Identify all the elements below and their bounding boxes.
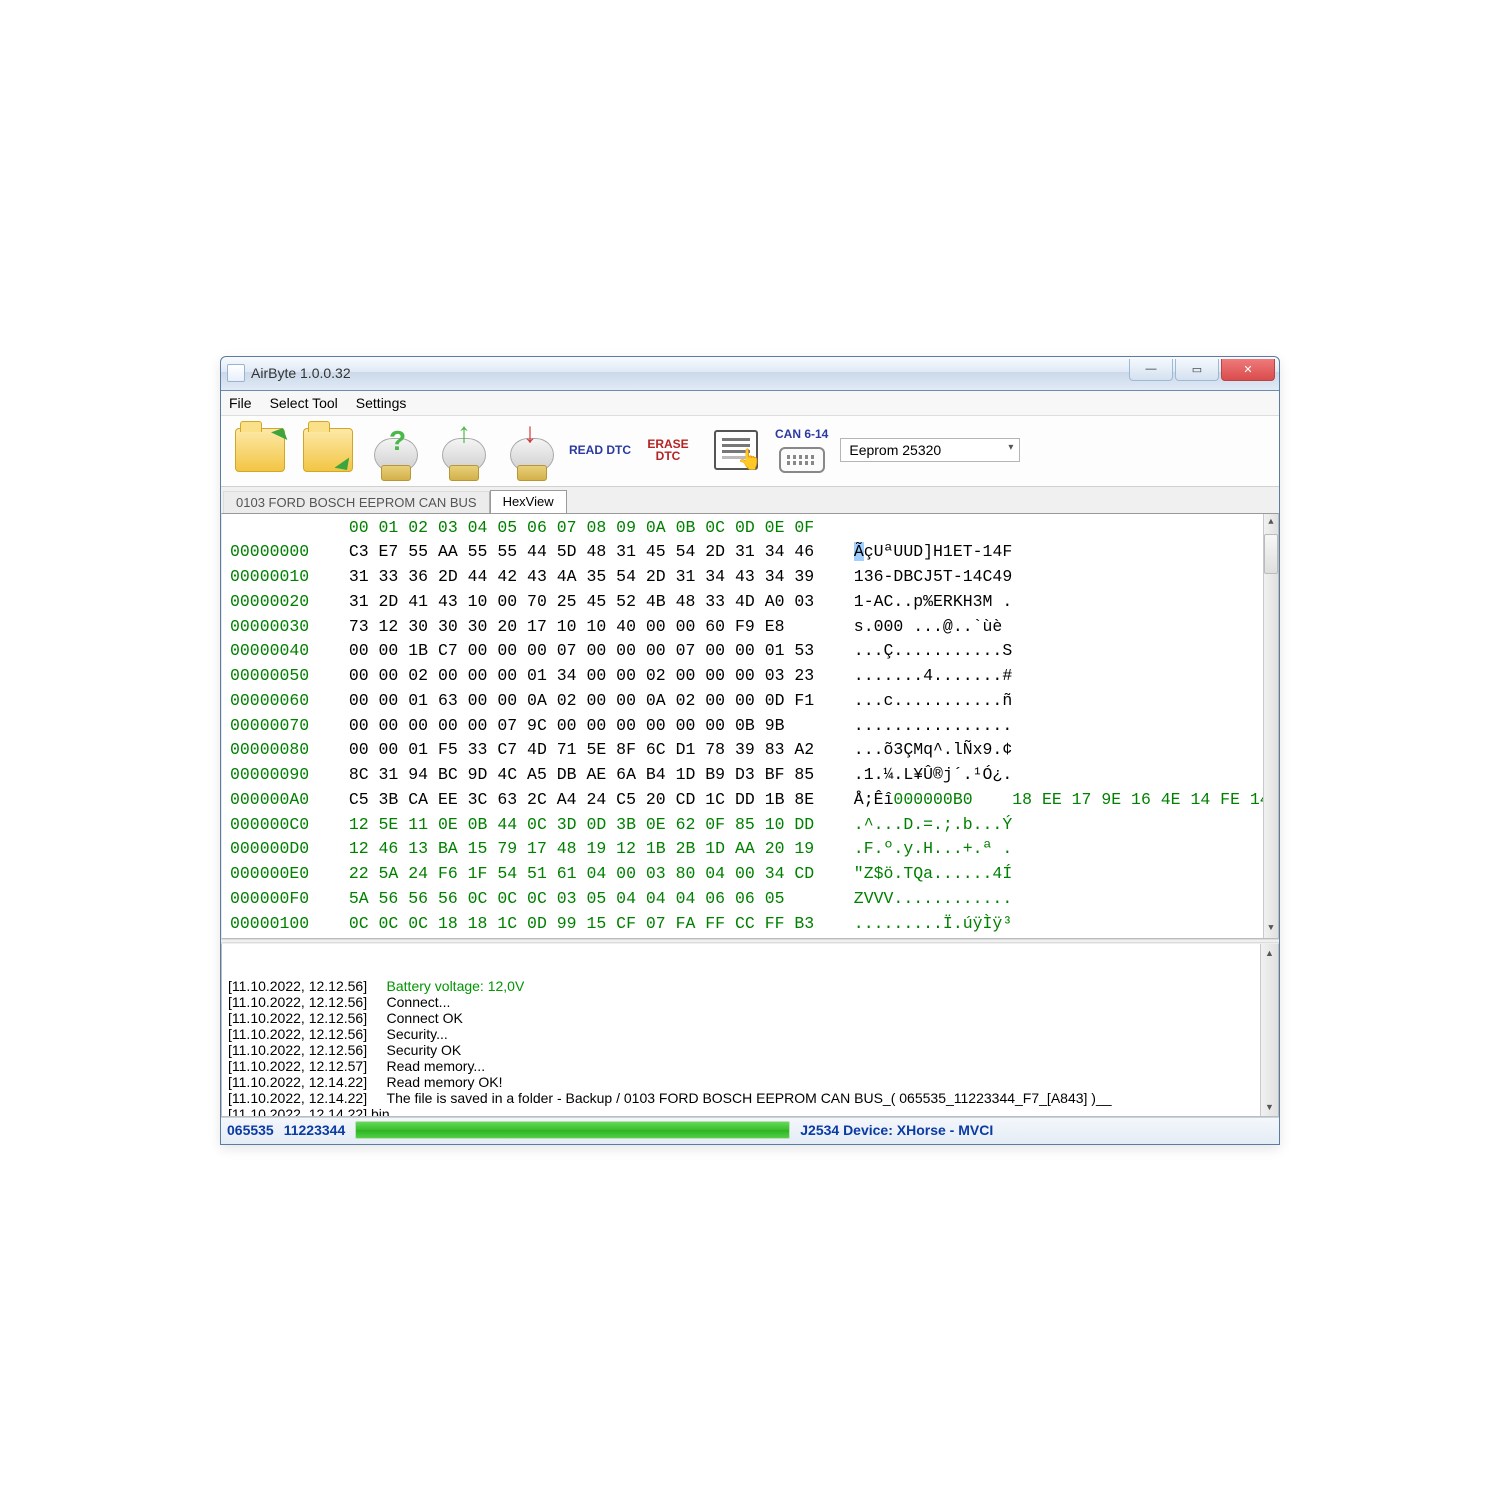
- read-button[interactable]: ↑: [431, 420, 497, 480]
- scroll-up-icon[interactable]: ▲: [1265, 944, 1274, 962]
- hex-content[interactable]: 00 01 02 03 04 05 06 07 08 09 0A 0B 0C 0…: [222, 514, 1263, 938]
- obd-connector-icon: [779, 447, 825, 473]
- eeprom-dropdown[interactable]: Eeprom 25320: [840, 438, 1020, 462]
- manual-button[interactable]: 👆: [703, 420, 769, 480]
- scroll-thumb[interactable]: [1264, 534, 1278, 574]
- disk-question-icon: ?: [374, 438, 418, 472]
- read-dtc-label: READ DTC: [569, 444, 631, 456]
- log-content: [11.10.2022, 12.12.56] Battery voltage: …: [228, 978, 1272, 1117]
- maximize-button[interactable]: ▭: [1175, 359, 1219, 381]
- erase-dtc-label: ERASE DTC: [635, 438, 701, 462]
- log-pane[interactable]: [11.10.2022, 12.12.56] Battery voltage: …: [221, 943, 1279, 1117]
- window-controls: — ▭ ✕: [1129, 357, 1279, 390]
- status-device: J2534 Device: XHorse - MVCI: [800, 1122, 993, 1138]
- disk-up-icon: ↑: [442, 438, 486, 472]
- hex-view: 00 01 02 03 04 05 06 07 08 09 0A 0B 0C 0…: [221, 513, 1279, 939]
- can-selector[interactable]: CAN 6-14: [775, 427, 828, 473]
- progress-bar: [355, 1121, 790, 1139]
- app-window: AirByte 1.0.0.32 — ▭ ✕ File Select Tool …: [220, 356, 1280, 1145]
- scroll-down-icon[interactable]: ▼: [1264, 920, 1278, 938]
- open-folder-button[interactable]: [227, 420, 293, 480]
- close-button[interactable]: ✕: [1221, 359, 1275, 381]
- tabbar: 0103 FORD BOSCH EEPROM CAN BUS HexView: [221, 487, 1279, 513]
- menu-file[interactable]: File: [229, 395, 252, 411]
- toolbar: ? ↑ ↓ READ DTC ERASE DTC 👆 CAN 6-14 Eepr…: [221, 416, 1279, 487]
- identify-button[interactable]: ?: [363, 420, 429, 480]
- hex-scrollbar[interactable]: ▲ ▼: [1263, 514, 1278, 938]
- read-dtc-button[interactable]: READ DTC: [567, 420, 633, 480]
- minimize-button[interactable]: —: [1129, 359, 1173, 381]
- titlebar[interactable]: AirByte 1.0.0.32 — ▭ ✕: [221, 357, 1279, 391]
- erase-dtc-button[interactable]: ERASE DTC: [635, 420, 701, 480]
- scroll-up-icon[interactable]: ▲: [1264, 514, 1278, 532]
- menubar: File Select Tool Settings: [221, 391, 1279, 416]
- menu-select-tool[interactable]: Select Tool: [270, 395, 338, 411]
- folder-open-icon: [235, 428, 285, 472]
- disk-down-icon: ↓: [510, 438, 554, 472]
- log-scrollbar[interactable]: ▲ ▼: [1260, 944, 1278, 1116]
- can-label: CAN 6-14: [775, 427, 828, 441]
- folder-save-icon: [303, 428, 353, 472]
- status-value-1: 065535: [227, 1122, 274, 1138]
- window-title: AirByte 1.0.0.32: [251, 365, 1129, 381]
- scroll-down-icon[interactable]: ▼: [1265, 1098, 1274, 1116]
- tab-device[interactable]: 0103 FORD BOSCH EEPROM CAN BUS: [223, 491, 490, 514]
- statusbar: 065535 11223344 J2534 Device: XHorse - M…: [221, 1117, 1279, 1144]
- eeprom-value: Eeprom 25320: [849, 442, 941, 458]
- save-folder-button[interactable]: [295, 420, 361, 480]
- app-icon: [227, 364, 245, 382]
- menu-settings[interactable]: Settings: [356, 395, 407, 411]
- write-button[interactable]: ↓: [499, 420, 565, 480]
- tab-hexview[interactable]: HexView: [490, 490, 567, 514]
- status-value-2: 11223344: [284, 1122, 346, 1138]
- manual-icon: 👆: [714, 430, 758, 470]
